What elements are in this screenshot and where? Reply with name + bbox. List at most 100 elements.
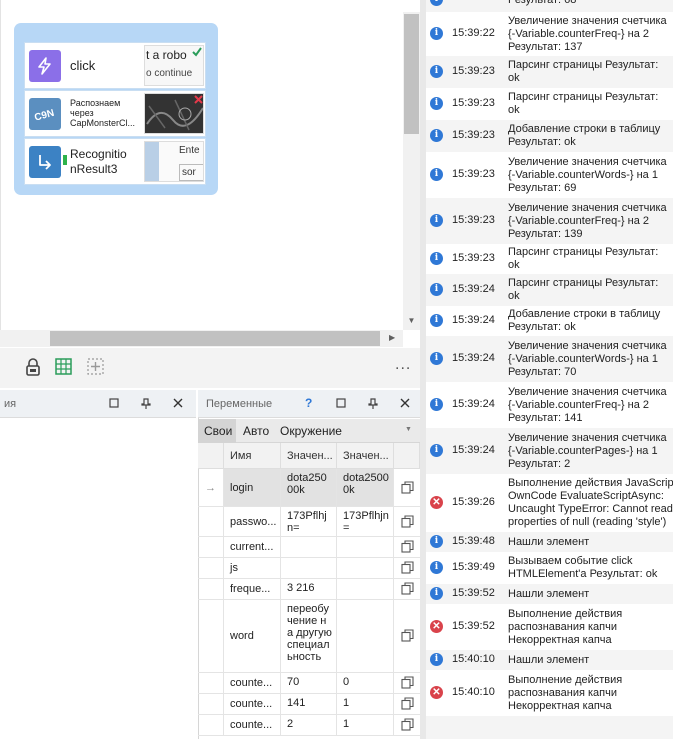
copy-icon[interactable] [401, 561, 414, 574]
variable-value[interactable]: dota25000k [281, 469, 337, 506]
pin-icon[interactable] [367, 398, 379, 410]
close-icon[interactable] [399, 398, 411, 410]
help-button[interactable]: ? [305, 396, 312, 410]
variable-default-value[interactable]: 173Pflhjn= [337, 507, 394, 536]
variable-value[interactable] [281, 558, 337, 578]
log-entry[interactable]: i 15:39:49 Вызываем событие click HTMLEleme… [426, 552, 673, 584]
copy-icon[interactable] [401, 718, 414, 731]
log-message-line: Результат: ok [508, 321, 576, 333]
log-timestamp: 15:39:26 [452, 496, 495, 508]
variable-value[interactable] [281, 537, 337, 557]
node-recognition-result[interactable]: Recognitio nResult3 Ente sor [24, 138, 206, 185]
maximize-icon[interactable] [108, 398, 120, 410]
table-row[interactable]: js [198, 558, 420, 579]
copy-icon[interactable] [401, 514, 414, 528]
variable-name[interactable]: freque... [224, 579, 281, 599]
log-entry[interactable]: i 15:39:23 Парсинг страницы Результат: ok [426, 244, 673, 274]
table-row[interactable]: counte... 70 0 [198, 673, 420, 694]
variable-default-value[interactable] [337, 600, 394, 672]
variable-value[interactable]: переобучение на другую специальность [281, 600, 337, 672]
copy-cell [394, 579, 420, 599]
add-frame-icon[interactable] [87, 358, 104, 375]
log-entry[interactable]: ✕ 15:40:10 Выполнение действия распознавани… [426, 670, 673, 716]
table-row[interactable]: → login dota25000k dota25000k [198, 469, 420, 507]
log-entry[interactable]: i 15:39:23 Добавление строки в таблицу Резу… [426, 120, 673, 152]
node-click[interactable]: click t a robo o continue [24, 42, 206, 89]
table-row[interactable]: counte... 2 1 [198, 715, 420, 736]
variable-value[interactable]: 141 [281, 694, 337, 714]
variable-name[interactable]: counte... [224, 715, 281, 735]
log-entry[interactable]: i 15:39:48 Нашли элемент [426, 532, 673, 552]
variable-name[interactable]: login [224, 469, 281, 506]
tab-auto[interactable]: Авто [243, 424, 269, 438]
node-capmonster[interactable]: C9N Распознаем через CapMonsterCl... [24, 90, 206, 137]
table-row[interactable]: freque... 3 216 [198, 579, 420, 600]
variable-value[interactable]: 70 [281, 673, 337, 693]
log-entry[interactable]: i 15:39:23 Парсинг страницы Результат: ok [426, 88, 673, 120]
variable-name[interactable]: word [224, 600, 281, 672]
error-icon: ✕ [430, 620, 443, 633]
thumb-text: o continue [146, 68, 193, 79]
log-entry[interactable]: i 15:40:10 Нашли элемент [426, 650, 673, 670]
more-options-button[interactable]: ... [395, 356, 411, 374]
log-entry[interactable]: i 15:39:24 Парсинг страницы Результат: ok [426, 274, 673, 306]
copy-icon[interactable] [401, 582, 414, 595]
log-entry[interactable]: i 15:39:22 Увеличение значения счетчика {-V… [426, 12, 673, 56]
maximize-icon[interactable] [335, 398, 347, 410]
variable-name[interactable]: current... [224, 537, 281, 557]
copy-icon[interactable] [401, 480, 414, 494]
copy-icon[interactable] [401, 676, 414, 689]
variable-default-value[interactable]: 0 [337, 673, 394, 693]
tab-environment[interactable]: Окружение [280, 424, 342, 438]
copy-icon[interactable] [401, 629, 414, 642]
log-entry[interactable]: i Результат: 68 [426, 0, 673, 12]
log-message: Результат: 68 [508, 0, 673, 7]
copy-cell [394, 715, 420, 735]
scroll-down-icon[interactable]: ▼ [406, 316, 417, 326]
variable-name[interactable]: counte... [224, 694, 281, 714]
variable-name[interactable]: passwo... [224, 507, 281, 536]
variable-value[interactable]: 2 [281, 715, 337, 735]
scroll-right-icon[interactable]: ▶ [389, 333, 395, 342]
log-entry[interactable]: i 15:39:23 Парсинг страницы Результат: ok [426, 56, 673, 88]
variable-default-value[interactable]: dota25000k [337, 469, 394, 506]
copy-icon[interactable] [401, 697, 414, 710]
tab-own[interactable]: Свои [204, 424, 232, 438]
chevron-down-icon[interactable]: ▼ [405, 426, 412, 433]
lock-icon[interactable] [25, 358, 41, 376]
column-header-value[interactable]: Значен... [281, 443, 337, 469]
log-entry[interactable]: i 15:39:52 Нашли элемент [426, 584, 673, 604]
variable-default-value[interactable] [337, 558, 394, 578]
log-entry[interactable]: i 15:39:24 Увеличение значения счетчика {-V… [426, 382, 673, 428]
close-icon[interactable] [172, 398, 184, 410]
variable-default-value[interactable]: 1 [337, 715, 394, 735]
table-row[interactable]: passwo... 173Pflhjn= 173Pflhjn= [198, 507, 420, 537]
log-entry[interactable] [426, 716, 673, 739]
log-entry[interactable]: i 15:39:24 Увеличение значения счетчика {-V… [426, 428, 673, 474]
variable-value[interactable]: 173Pflhjn= [281, 507, 337, 536]
table-row[interactable]: current... [198, 537, 420, 558]
canvas-vertical-scroll-thumb[interactable] [404, 14, 419, 134]
variable-name[interactable]: counte... [224, 673, 281, 693]
log-entry[interactable]: ✕ 15:39:26 Выполнение действия JavaScript O… [426, 474, 673, 532]
variable-value[interactable]: 3 216 [281, 579, 337, 599]
column-header-value[interactable]: Значен... [337, 443, 394, 469]
log-message-line: распознавания капчи [508, 687, 617, 699]
log-entry[interactable]: ✕ 15:39:52 Выполнение действия распознавани… [426, 604, 673, 650]
variable-default-value[interactable]: 1 [337, 694, 394, 714]
variable-default-value[interactable] [337, 579, 394, 599]
variable-name[interactable]: js [224, 558, 281, 578]
table-row[interactable]: word переобучение на другую специальность [198, 600, 420, 673]
pin-icon[interactable] [140, 398, 152, 410]
log-entry[interactable]: i 15:39:23 Увеличение значения счетчика {-V… [426, 152, 673, 198]
column-header-name[interactable]: Имя [224, 443, 281, 469]
log-entry[interactable]: i 15:39:23 Увеличение значения счетчика {-V… [426, 198, 673, 244]
copy-icon[interactable] [401, 540, 414, 553]
log-entry[interactable]: i 15:39:24 Добавление строки в таблицу Резу… [426, 306, 673, 336]
captcha-thumbnail [144, 93, 204, 134]
table-icon[interactable] [55, 358, 72, 375]
table-row[interactable]: counte... 141 1 [198, 694, 420, 715]
log-entry[interactable]: i 15:39:24 Увеличение значения счетчика {-V… [426, 336, 673, 382]
canvas-horizontal-scroll-thumb[interactable] [50, 331, 380, 346]
variable-default-value[interactable] [337, 537, 394, 557]
